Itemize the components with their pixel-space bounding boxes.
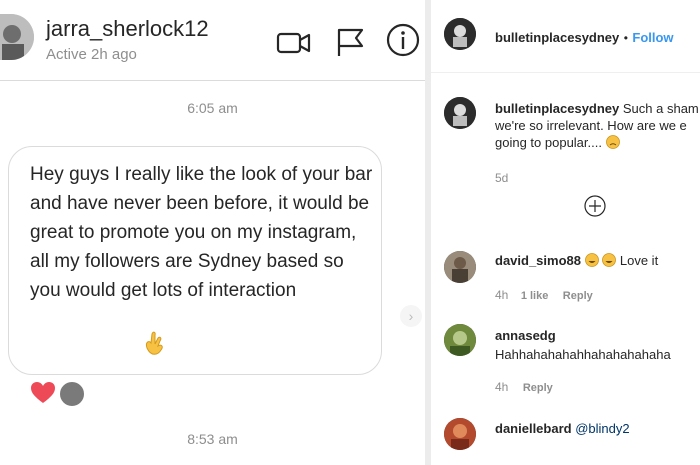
avatar-photo: [444, 251, 476, 283]
avatar-photo: [444, 97, 476, 129]
separator-dot: •: [623, 31, 628, 45]
caption-line: Such a sham: [622, 101, 699, 116]
tears-of-joy-emoji-icon: [584, 253, 599, 267]
flag-icon[interactable]: [333, 24, 369, 60]
chevron-right-icon[interactable]: ›: [400, 305, 422, 327]
comment-likes[interactable]: 1 like: [521, 290, 549, 302]
comment-meta: 4h 1 like Reply: [495, 286, 593, 304]
comment-text: Love it: [619, 253, 659, 268]
message-text: Hey guys I really like the look of your …: [30, 164, 373, 301]
post-header: bulletinplacesydney • Follow: [495, 29, 674, 47]
load-more-comments-icon[interactable]: [584, 195, 606, 217]
reaction-avatar: [58, 380, 86, 408]
post-author[interactable]: bulletinplacesydney: [495, 30, 619, 45]
reply-button[interactable]: Reply: [523, 382, 553, 394]
info-icon[interactable]: [385, 22, 421, 58]
divider: [431, 72, 700, 73]
comment: david_simo88 Love it: [495, 253, 658, 268]
dm-active-status: Active 2h ago: [46, 46, 137, 63]
comment-age: 4h: [495, 380, 509, 394]
comment: daniellebard @blindy2: [495, 421, 630, 436]
caption-author[interactable]: bulletinplacesydney: [495, 101, 619, 116]
avatar[interactable]: [444, 97, 476, 129]
avatar-photo: [444, 18, 476, 50]
reply-button[interactable]: Reply: [563, 290, 593, 302]
avatar[interactable]: [444, 418, 476, 450]
avatar[interactable]: [444, 18, 476, 50]
dm-username[interactable]: jarra_sherlock12: [46, 16, 209, 42]
comment-text: Hahhahahahahhahahahahaha: [495, 347, 671, 362]
comment-user[interactable]: david_simo88: [495, 253, 581, 268]
avatar[interactable]: [444, 251, 476, 283]
comment-age: 4h: [495, 288, 509, 302]
tears-of-joy-emoji-icon: [602, 253, 617, 267]
video-call-icon[interactable]: [276, 24, 312, 60]
heart-icon[interactable]: [30, 381, 56, 405]
ok-hand-emoji-icon: [146, 331, 163, 355]
comment-user[interactable]: annasedg: [495, 328, 556, 343]
comment-user[interactable]: daniellebard: [495, 421, 572, 436]
comment-meta: 4h Reply: [495, 378, 553, 396]
mention-link[interactable]: @blindy2: [575, 421, 629, 436]
caption-age: 5d: [495, 171, 509, 185]
post-comments-panel: [431, 0, 700, 465]
caption-line: we're so irrelevant. How are we e: [495, 118, 687, 133]
post-caption: bulletinplacesydney Such a sham we're so…: [495, 100, 700, 151]
comment: annasedg Hahhahahahahhahahahahaha: [495, 326, 671, 364]
follow-button[interactable]: Follow: [632, 30, 673, 45]
avatar[interactable]: [444, 324, 476, 356]
avatar-photo: [444, 324, 476, 356]
message-timestamp: 8:53 am: [187, 431, 238, 447]
crying-face-emoji-icon: [605, 135, 620, 149]
avatar-photo: [444, 418, 476, 450]
message-timestamp: 6:05 am: [187, 100, 238, 116]
caption-line: going to popular....: [495, 135, 602, 150]
